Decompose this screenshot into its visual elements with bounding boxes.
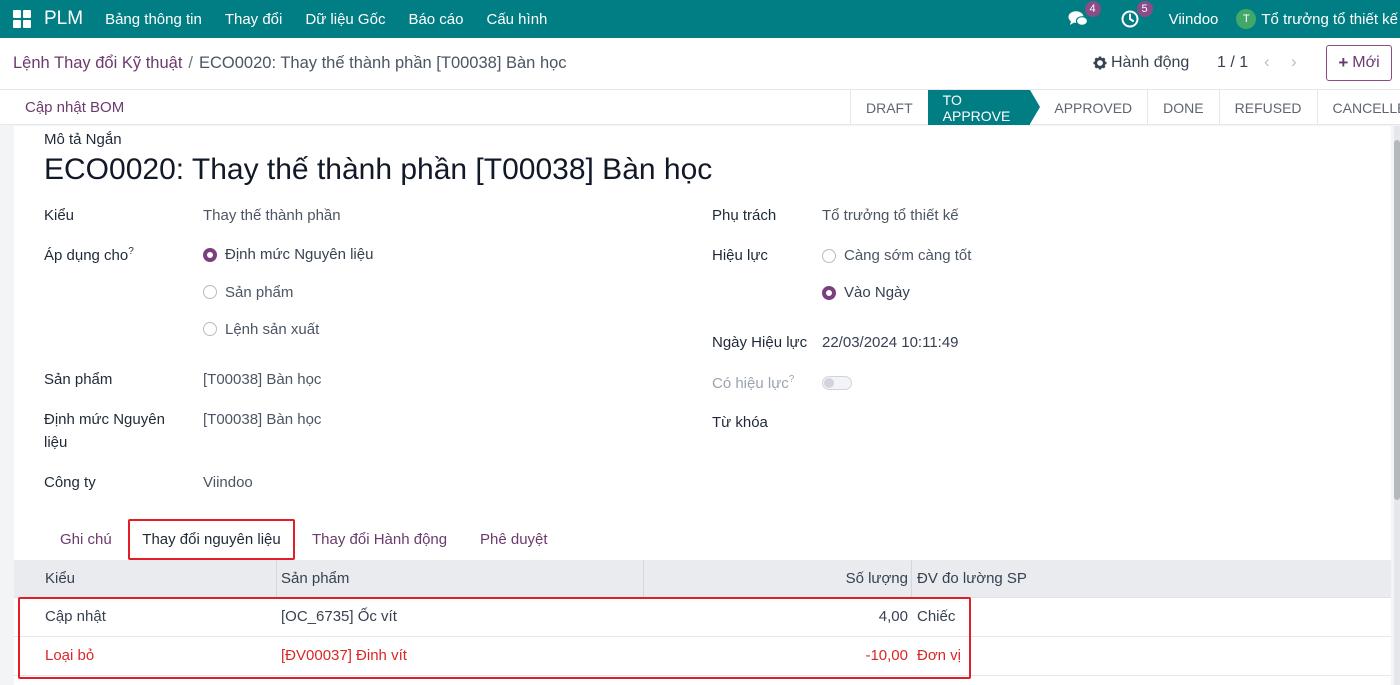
apps-menu-icon[interactable]: [0, 0, 44, 38]
apply-product-radio[interactable]: [203, 285, 217, 299]
user-avatar[interactable]: T: [1236, 9, 1257, 29]
activities-badge: 5: [1136, 1, 1153, 17]
stage-cancelled[interactable]: CANCELLED: [1316, 90, 1400, 125]
product-label: Sản phẩm: [44, 371, 113, 388]
effective-asap-label[interactable]: Càng sớm càng tốt: [844, 247, 971, 264]
action-menu-button[interactable]: Hành động: [1093, 54, 1189, 72]
apply-bom-radio[interactable]: [203, 248, 217, 262]
is-effective-toggle[interactable]: [822, 376, 852, 390]
column-product[interactable]: Sản phẩm: [281, 570, 349, 587]
pager-next-icon[interactable]: ›: [1291, 52, 1297, 72]
tab-component-changes-label: Thay đổi nguyên liệu: [142, 531, 281, 548]
apply-on-label-text: Áp dụng cho: [44, 247, 129, 264]
apply-mo-label[interactable]: Lệnh sản xuất: [225, 321, 319, 338]
help-tooltip-icon[interactable]: ?: [128, 246, 134, 257]
scrollbar-thumb[interactable]: [1394, 140, 1400, 500]
pager-prev-icon[interactable]: ‹: [1264, 52, 1270, 72]
control-panel: Lệnh Thay đổi Kỹ thuật / ECO0020: Thay thế…: [0, 38, 1400, 90]
status-row: Cập nhật BOM DRAFT TO APPROVE APPROVED D…: [0, 90, 1400, 125]
menu-changes[interactable]: Thay đổi: [225, 11, 283, 28]
effective-date-label: Ngày Hiệu lực: [712, 334, 808, 351]
apply-on-label: Áp dụng cho?: [44, 246, 134, 264]
breadcrumb-current: ECO0020: Thay thế thành phần [T00038] Bà…: [199, 54, 567, 72]
stage-statusbar: DRAFT TO APPROVE APPROVED DONE REFUSED C…: [850, 90, 1400, 125]
tab-operation-changes[interactable]: Thay đổi Hành động: [312, 531, 447, 548]
responsible-value[interactable]: Tổ trưởng tổ thiết kế: [822, 207, 959, 224]
product-value[interactable]: [T00038] Bàn học: [203, 371, 321, 388]
apply-product-label[interactable]: Sản phẩm: [225, 284, 293, 301]
responsible-label: Phụ trách: [712, 207, 777, 224]
column-quantity[interactable]: Số lượng: [846, 570, 908, 587]
effective-asap-radio[interactable]: [822, 249, 836, 263]
effective-date-value[interactable]: 22/03/2024 10:11:49: [822, 334, 959, 351]
column-divider[interactable]: [911, 560, 912, 598]
record-title[interactable]: ECO0020: Thay thế thành phần [T00038] Bà…: [44, 153, 712, 187]
new-button[interactable]: + Mới: [1326, 45, 1392, 81]
action-menu-label: Hành động: [1111, 54, 1190, 71]
menu-configuration[interactable]: Cấu hình: [487, 11, 548, 28]
messages-button[interactable]: 4: [1067, 1, 1101, 30]
toggle-knob: [824, 378, 834, 388]
clock-icon: [1121, 10, 1139, 28]
menu-reports[interactable]: Báo cáo: [408, 11, 463, 28]
company-label: Công ty: [44, 474, 96, 491]
bom-label-line2: liệu: [44, 434, 68, 451]
effective-date-option-label[interactable]: Vào Ngày: [844, 284, 910, 301]
apply-mo-radio[interactable]: [203, 322, 217, 336]
messages-badge: 4: [1084, 1, 1101, 17]
new-button-label: Mới: [1352, 54, 1380, 71]
column-type[interactable]: Kiểu: [45, 570, 75, 587]
stage-refused[interactable]: REFUSED: [1218, 90, 1317, 125]
column-divider[interactable]: [643, 560, 644, 598]
top-navbar: PLM Bảng thông tin Thay đổi Dữ liệu Gốc …: [0, 0, 1400, 38]
is-effective-label: Có hiệu lực?: [712, 374, 794, 392]
column-uom[interactable]: ĐV đo lường SP: [917, 570, 1027, 587]
menu-master-data[interactable]: Dữ liệu Gốc: [305, 11, 385, 28]
stage-done[interactable]: DONE: [1147, 90, 1218, 125]
bom-label-line1: Định mức Nguyên: [44, 411, 165, 428]
column-divider[interactable]: [276, 560, 277, 598]
help-tooltip-icon[interactable]: ?: [789, 374, 795, 385]
update-bom-button[interactable]: Cập nhật BOM: [25, 99, 124, 116]
breadcrumb: Lệnh Thay đổi Kỹ thuật / ECO0020: Thay thế…: [13, 54, 567, 73]
company-switcher[interactable]: Viindoo: [1169, 11, 1219, 28]
stage-to-approve[interactable]: TO APPROVE: [927, 90, 1041, 125]
activities-button[interactable]: 5: [1119, 1, 1153, 30]
scrollbar[interactable]: [1394, 126, 1400, 685]
tags-label: Từ khóa: [712, 414, 768, 431]
effective-date-radio[interactable]: [822, 286, 836, 300]
company-value[interactable]: Viindoo: [203, 474, 253, 491]
is-effective-label-text: Có hiệu lực: [712, 375, 789, 392]
tab-notes[interactable]: Ghi chú: [60, 531, 112, 548]
bom-value[interactable]: [T00038] Bàn học: [203, 411, 321, 428]
type-value[interactable]: Thay thế thành phần: [203, 207, 341, 224]
apply-bom-label[interactable]: Định mức Nguyên liệu: [225, 246, 373, 263]
stage-draft[interactable]: DRAFT: [850, 90, 928, 125]
chat-icon: [1068, 11, 1088, 26]
plus-icon: +: [1338, 53, 1349, 72]
user-menu[interactable]: Tổ trưởng tổ thiết kế: [1261, 11, 1398, 28]
rows-highlight-frame: [18, 597, 971, 679]
effectivity-label: Hiệu lực: [712, 247, 768, 264]
stage-approved[interactable]: APPROVED: [1030, 90, 1147, 125]
tab-approvals[interactable]: Phê duyệt: [480, 531, 548, 548]
menu-dashboard[interactable]: Bảng thông tin: [105, 11, 202, 28]
breadcrumb-separator: /: [188, 54, 193, 72]
type-label: Kiểu: [44, 207, 75, 224]
tab-component-changes[interactable]: Thay đổi nguyên liệu: [128, 519, 295, 560]
breadcrumb-parent[interactable]: Lệnh Thay đổi Kỹ thuật: [13, 54, 182, 72]
short-description-label: Mô tả Ngắn: [44, 131, 122, 148]
app-brand[interactable]: PLM: [44, 8, 83, 30]
table-header: Kiểu Sản phẩm Số lượng ĐV đo lường SP: [14, 560, 1391, 598]
pager-value[interactable]: 1 / 1: [1217, 54, 1248, 72]
gear-icon: [1093, 56, 1107, 70]
